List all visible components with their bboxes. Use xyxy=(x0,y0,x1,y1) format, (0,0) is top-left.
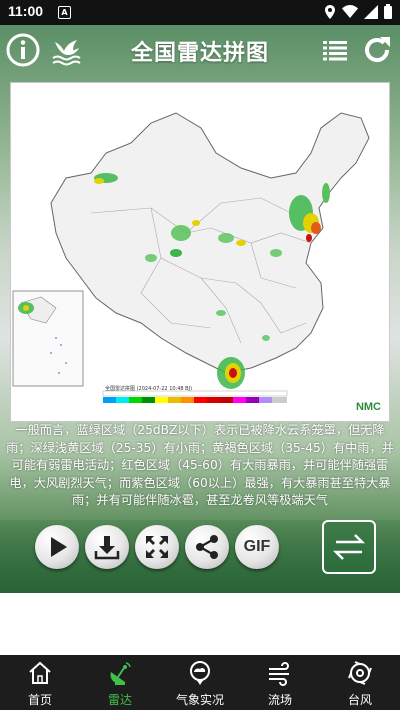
nav-label-typhoon: 台风 xyxy=(347,693,372,707)
fullscreen-icon xyxy=(146,536,168,558)
nmc-watermark: NMC xyxy=(355,401,381,413)
location-icon xyxy=(325,4,335,19)
nav-item-typhoon[interactable]: 台风 xyxy=(320,655,400,710)
radar-map[interactable]: 全国雷达拼图 (2024-07-22 10:48 BJ) NMC xyxy=(10,82,390,422)
status-icons xyxy=(324,4,392,19)
download-icon xyxy=(94,536,120,560)
fullscreen-button[interactable] xyxy=(135,525,179,569)
empty-area xyxy=(0,593,400,655)
china-radar-map-image xyxy=(12,112,370,403)
gif-button[interactable]: GIF xyxy=(235,525,279,569)
share-button[interactable] xyxy=(185,525,229,569)
battery-icon xyxy=(384,4,392,19)
action-bar: GIF xyxy=(35,525,279,571)
nav-item-wind-flow[interactable]: 流场 xyxy=(240,655,320,710)
nav-item-home[interactable]: 首页 xyxy=(0,655,80,710)
wind-flow-icon xyxy=(269,662,289,686)
title-bar: 全国雷达拼图 xyxy=(0,25,400,75)
gif-label: GIF xyxy=(243,538,271,555)
download-button[interactable] xyxy=(85,525,129,569)
nav-item-radar[interactable]: 雷达 xyxy=(80,655,160,710)
share-icon xyxy=(196,535,218,559)
description-text: 一般而言，蓝绿区域（25dBZ以下）表示已被降水云系笼罩，但无降雨；深绿浅黄区域… xyxy=(6,423,394,507)
nav-item-weather-live[interactable]: 气象实况 xyxy=(160,655,240,710)
list-icon[interactable] xyxy=(318,33,352,67)
nav-label-wind-flow: 流场 xyxy=(267,693,292,707)
play-icon xyxy=(51,537,67,557)
bottom-nav: 首页 雷达 气象实况 流场 台风 xyxy=(0,655,400,710)
switch-button[interactable] xyxy=(322,520,376,574)
a-icon: A xyxy=(58,6,71,19)
wifi-icon xyxy=(342,5,358,18)
refresh-icon[interactable] xyxy=(360,33,394,67)
nav-label-weather-live: 气象实况 xyxy=(175,693,224,707)
radar-icon xyxy=(110,662,131,685)
switch-icon xyxy=(332,534,366,560)
nav-label-radar: 雷达 xyxy=(107,693,132,707)
status-time: 11:00 xyxy=(8,3,44,19)
signal-icon xyxy=(364,4,378,19)
play-button[interactable] xyxy=(35,525,79,569)
home-icon xyxy=(29,661,51,684)
typhoon-icon xyxy=(348,661,372,685)
weather-live-icon xyxy=(190,661,210,685)
legend-title: 全国雷达拼图 (2024-07-22 10:48 BJ) xyxy=(105,386,193,392)
nav-label-home: 首页 xyxy=(27,693,52,707)
status-bar: 11:00 A xyxy=(0,0,400,25)
